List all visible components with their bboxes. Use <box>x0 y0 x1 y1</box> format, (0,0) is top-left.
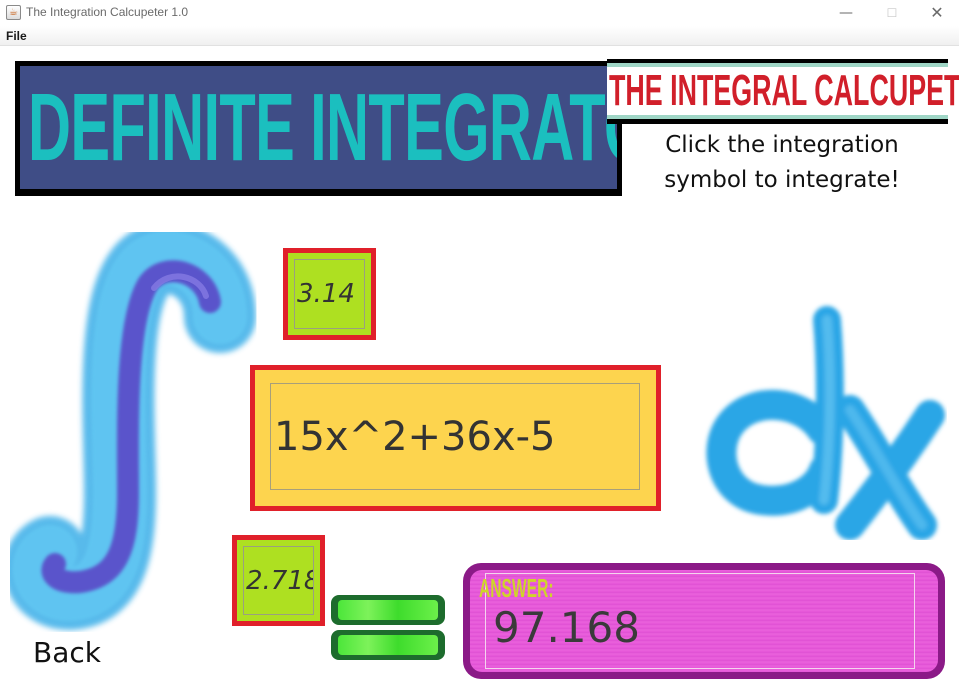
menu-file[interactable]: File <box>6 29 27 43</box>
answer-label: ANSWER: <box>479 573 554 603</box>
answer-panel: ANSWER: 97.168 <box>470 570 938 672</box>
minimize-button[interactable]: — <box>823 0 869 26</box>
banner-panel: DEFINITE INTEGRATOR <box>20 66 617 189</box>
menu-bar: File <box>0 26 959 46</box>
upper-bound-panel: 3.14 <box>288 253 371 335</box>
title-bar: ☕ The Integration Calcupeter 1.0 — ☐ ✕ <box>0 0 959 26</box>
upper-bound-input[interactable]: 3.14 <box>294 259 365 329</box>
maximize-button[interactable]: ☐ <box>869 0 915 26</box>
function-panel: 15x^2+36x-5 <box>255 370 656 506</box>
back-button[interactable]: Back <box>33 636 101 669</box>
app-name: THE INTEGRAL CALCUPETER <box>609 66 959 115</box>
close-button[interactable]: ✕ <box>914 0 959 26</box>
equals-bar-bottom-fill <box>338 635 438 655</box>
lower-bound-frame: 2.718 <box>232 535 325 626</box>
java-icon: ☕ <box>6 5 21 20</box>
integral-symbol-icon[interactable] <box>10 232 260 632</box>
instruction-line-1: Click the integration <box>665 132 899 158</box>
instruction-text: Click the integration symbol to integrat… <box>622 128 942 198</box>
equals-bar-top <box>331 595 445 625</box>
equals-bar-bottom <box>331 630 445 660</box>
function-input[interactable]: 15x^2+36x-5 <box>270 383 640 490</box>
dx-icon <box>706 306 945 540</box>
answer-value: 97.168 <box>493 603 640 652</box>
instruction-line-2: symbol to integrate! <box>664 167 900 193</box>
upper-bound-frame: 3.14 <box>283 248 376 340</box>
banner-title: DEFINITE INTEGRATOR <box>28 74 617 181</box>
window-title: The Integration Calcupeter 1.0 <box>26 5 189 19</box>
app-name-plate: THE INTEGRAL CALCUPETER <box>607 59 959 124</box>
function-frame: 15x^2+36x-5 <box>250 365 661 511</box>
answer-frame: ANSWER: 97.168 <box>463 563 945 679</box>
banner: DEFINITE INTEGRATOR <box>15 61 622 196</box>
equals-bar-top-fill <box>338 600 438 620</box>
lower-bound-panel: 2.718 <box>237 540 320 621</box>
lower-bound-input[interactable]: 2.718 <box>243 546 314 615</box>
